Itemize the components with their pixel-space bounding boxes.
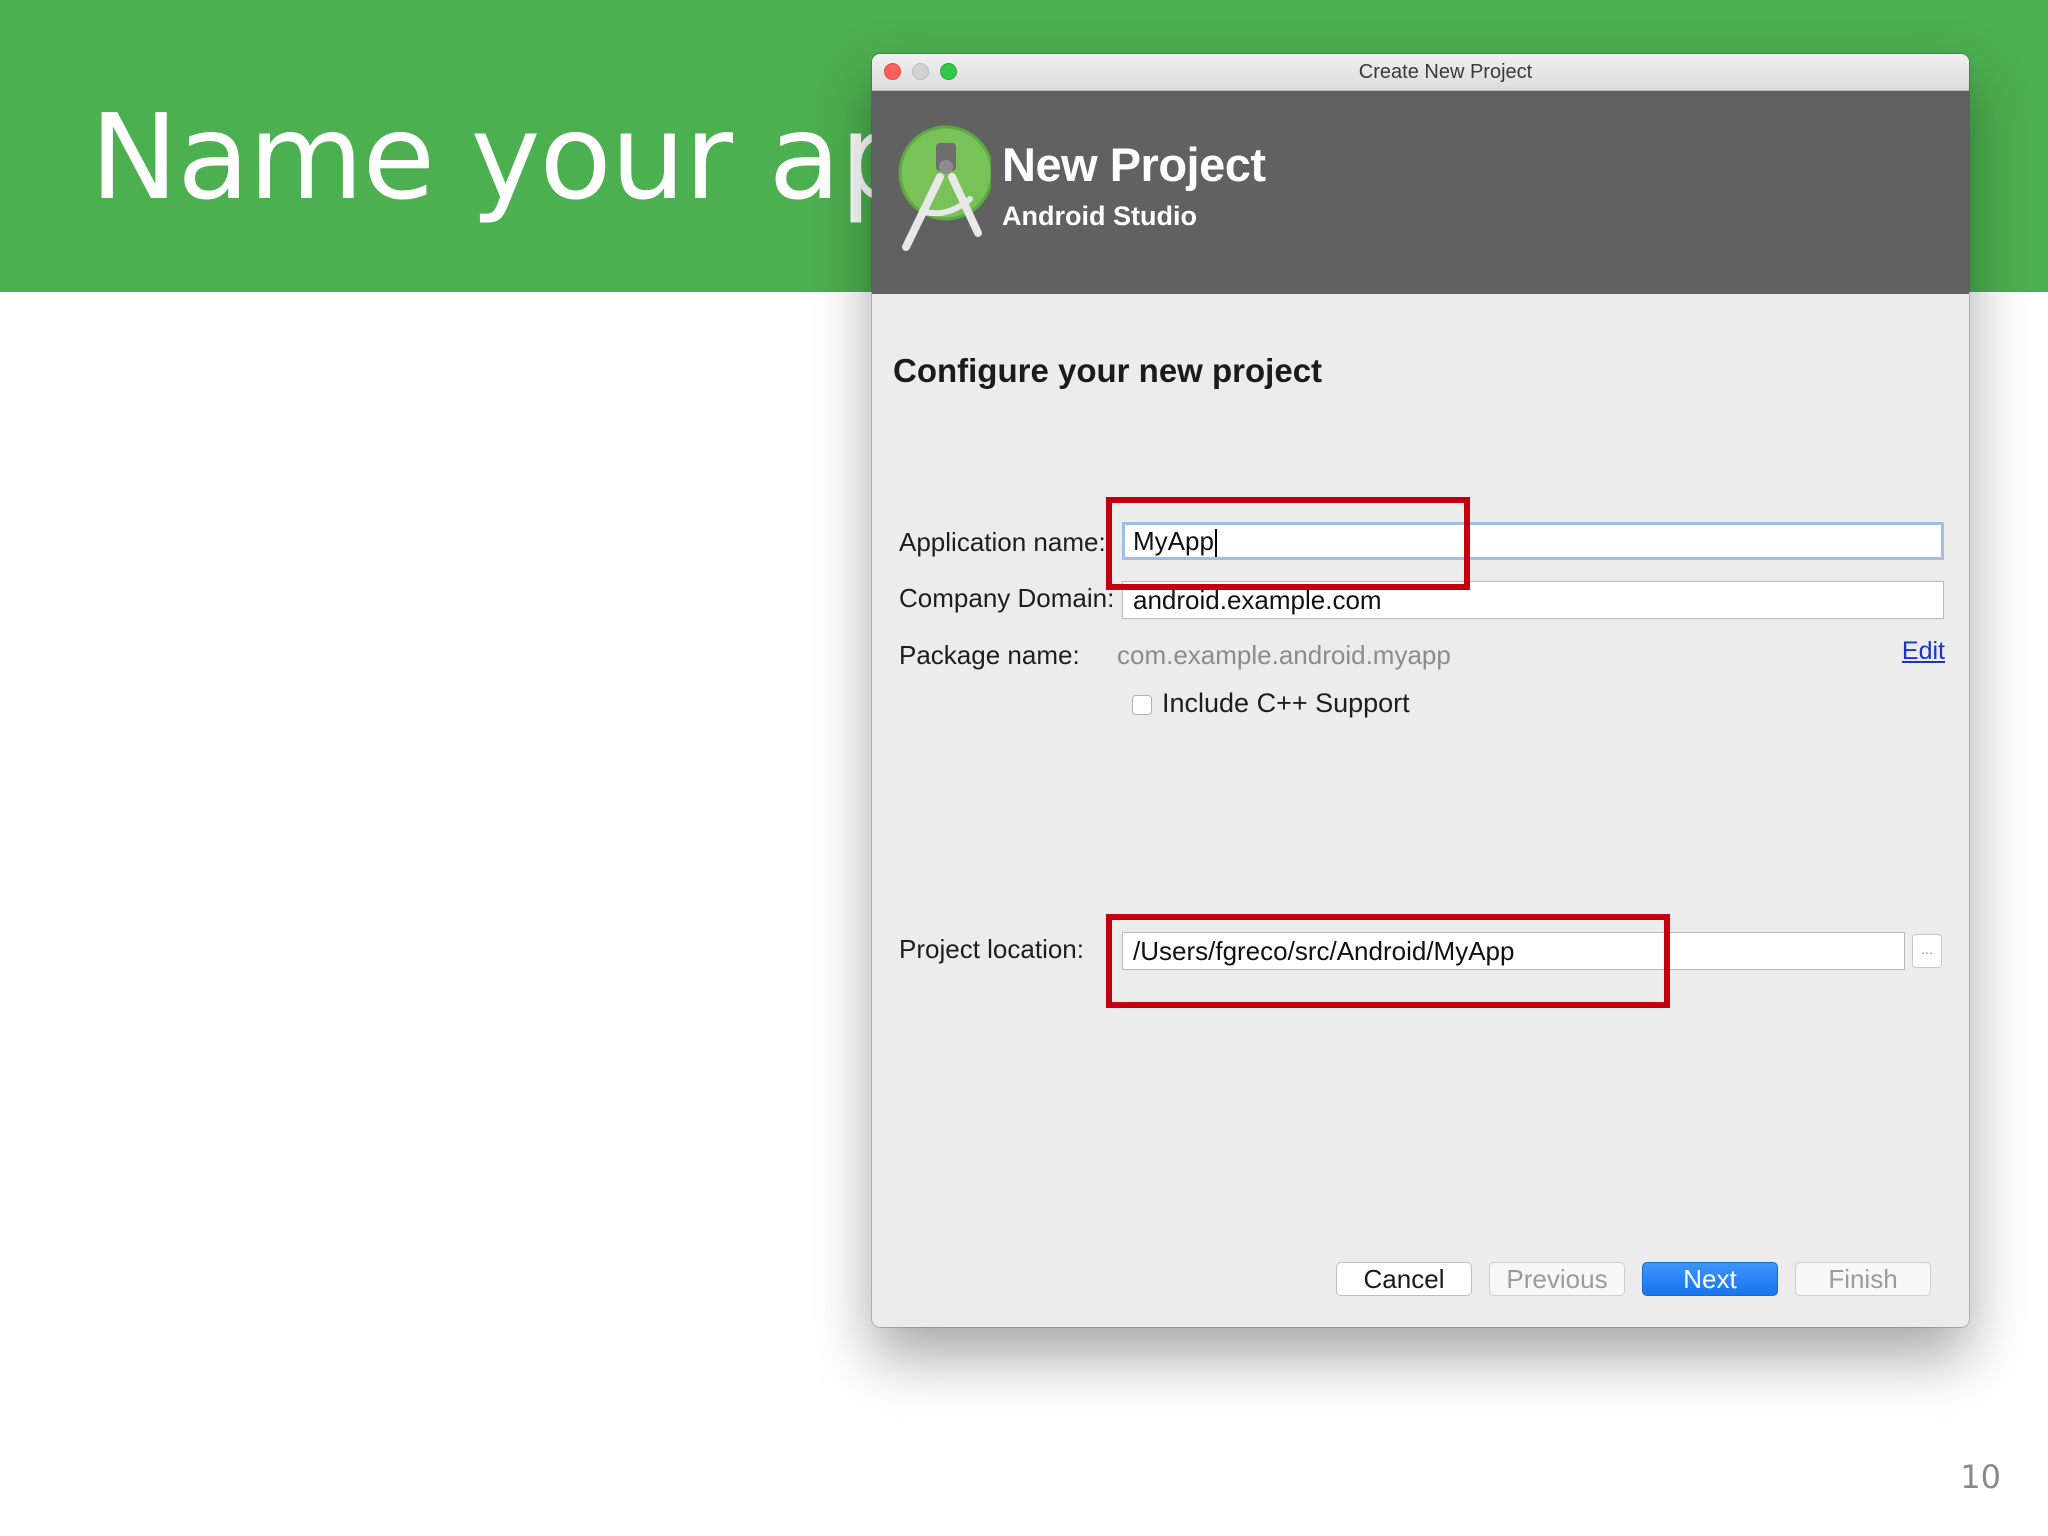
package-name-value: com.example.android.myapp (1117, 640, 1451, 670)
header-subtitle: Android Studio (1002, 201, 1197, 231)
project-location-label: Project location: (899, 934, 1084, 964)
text-caret (1214, 529, 1217, 558)
edit-package-link[interactable]: Edit (1902, 637, 1945, 666)
include-cpp-label[interactable]: Include C++ Support (1162, 688, 1410, 719)
slide-title: Name your app (90, 88, 989, 226)
next-button[interactable]: Next (1642, 1262, 1778, 1296)
company-domain-label: Company Domain: (899, 583, 1115, 613)
package-name-label: Package name: (899, 640, 1080, 670)
header-title: New Project (1002, 138, 1266, 191)
create-project-dialog: Create New Project New Project Android S… (872, 54, 1969, 1327)
finish-button[interactable]: Finish (1795, 1262, 1931, 1296)
project-location-input[interactable]: /Users/fgreco/src/Android/MyApp (1122, 932, 1905, 970)
cancel-button[interactable]: Cancel (1336, 1262, 1472, 1296)
android-studio-logo-icon (898, 125, 991, 251)
previous-button[interactable]: Previous (1489, 1262, 1625, 1296)
application-name-input[interactable]: MyApp (1122, 522, 1944, 560)
browse-location-button[interactable]: ... (1912, 934, 1942, 968)
page-number: 10 (1960, 1458, 2001, 1496)
company-domain-input[interactable]: android.example.com (1122, 581, 1944, 619)
window-title: Create New Project (1358, 61, 1533, 83)
window-titlebar[interactable]: Create New Project (872, 54, 1969, 91)
form-heading: Configure your new project (893, 352, 1323, 389)
include-cpp-checkbox[interactable] (1132, 695, 1152, 715)
application-name-label: Application name: (899, 527, 1106, 557)
dialog-header: New Project Android Studio (872, 91, 1969, 294)
